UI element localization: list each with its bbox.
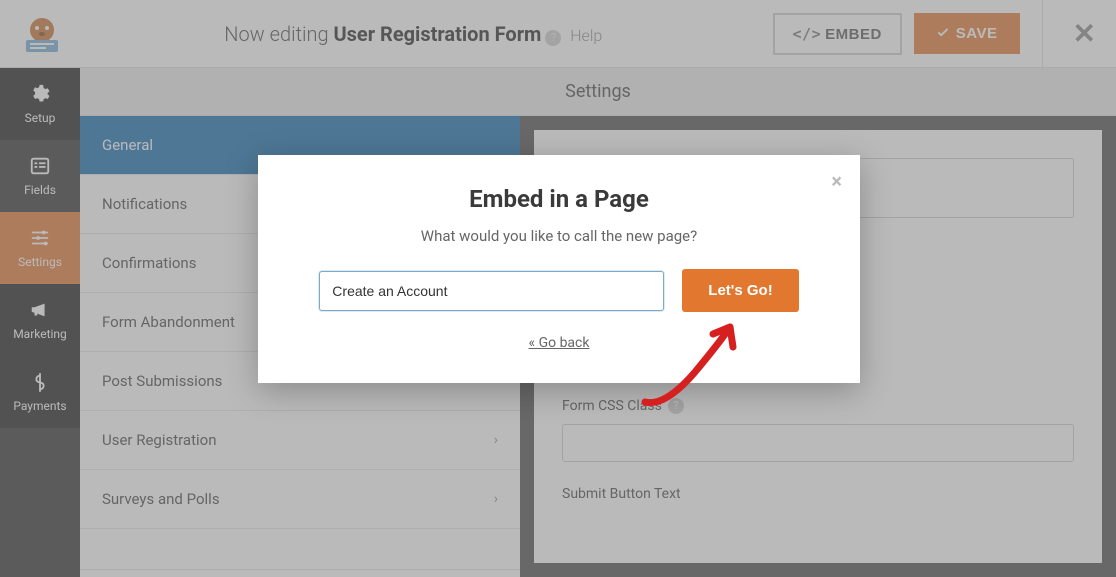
close-icon[interactable]: ×	[831, 169, 842, 193]
page-name-input[interactable]	[319, 271, 664, 311]
modal-subtitle: What would you like to call the new page…	[298, 227, 820, 245]
embed-modal: × Embed in a Page What would you like to…	[258, 155, 860, 383]
modal-title: Embed in a Page	[298, 185, 820, 213]
modal-back-row: « Go back	[298, 332, 820, 351]
lets-go-button[interactable]: Let's Go!	[682, 269, 798, 312]
go-back-link[interactable]: « Go back	[529, 335, 590, 351]
modal-input-row: Let's Go!	[298, 269, 820, 312]
